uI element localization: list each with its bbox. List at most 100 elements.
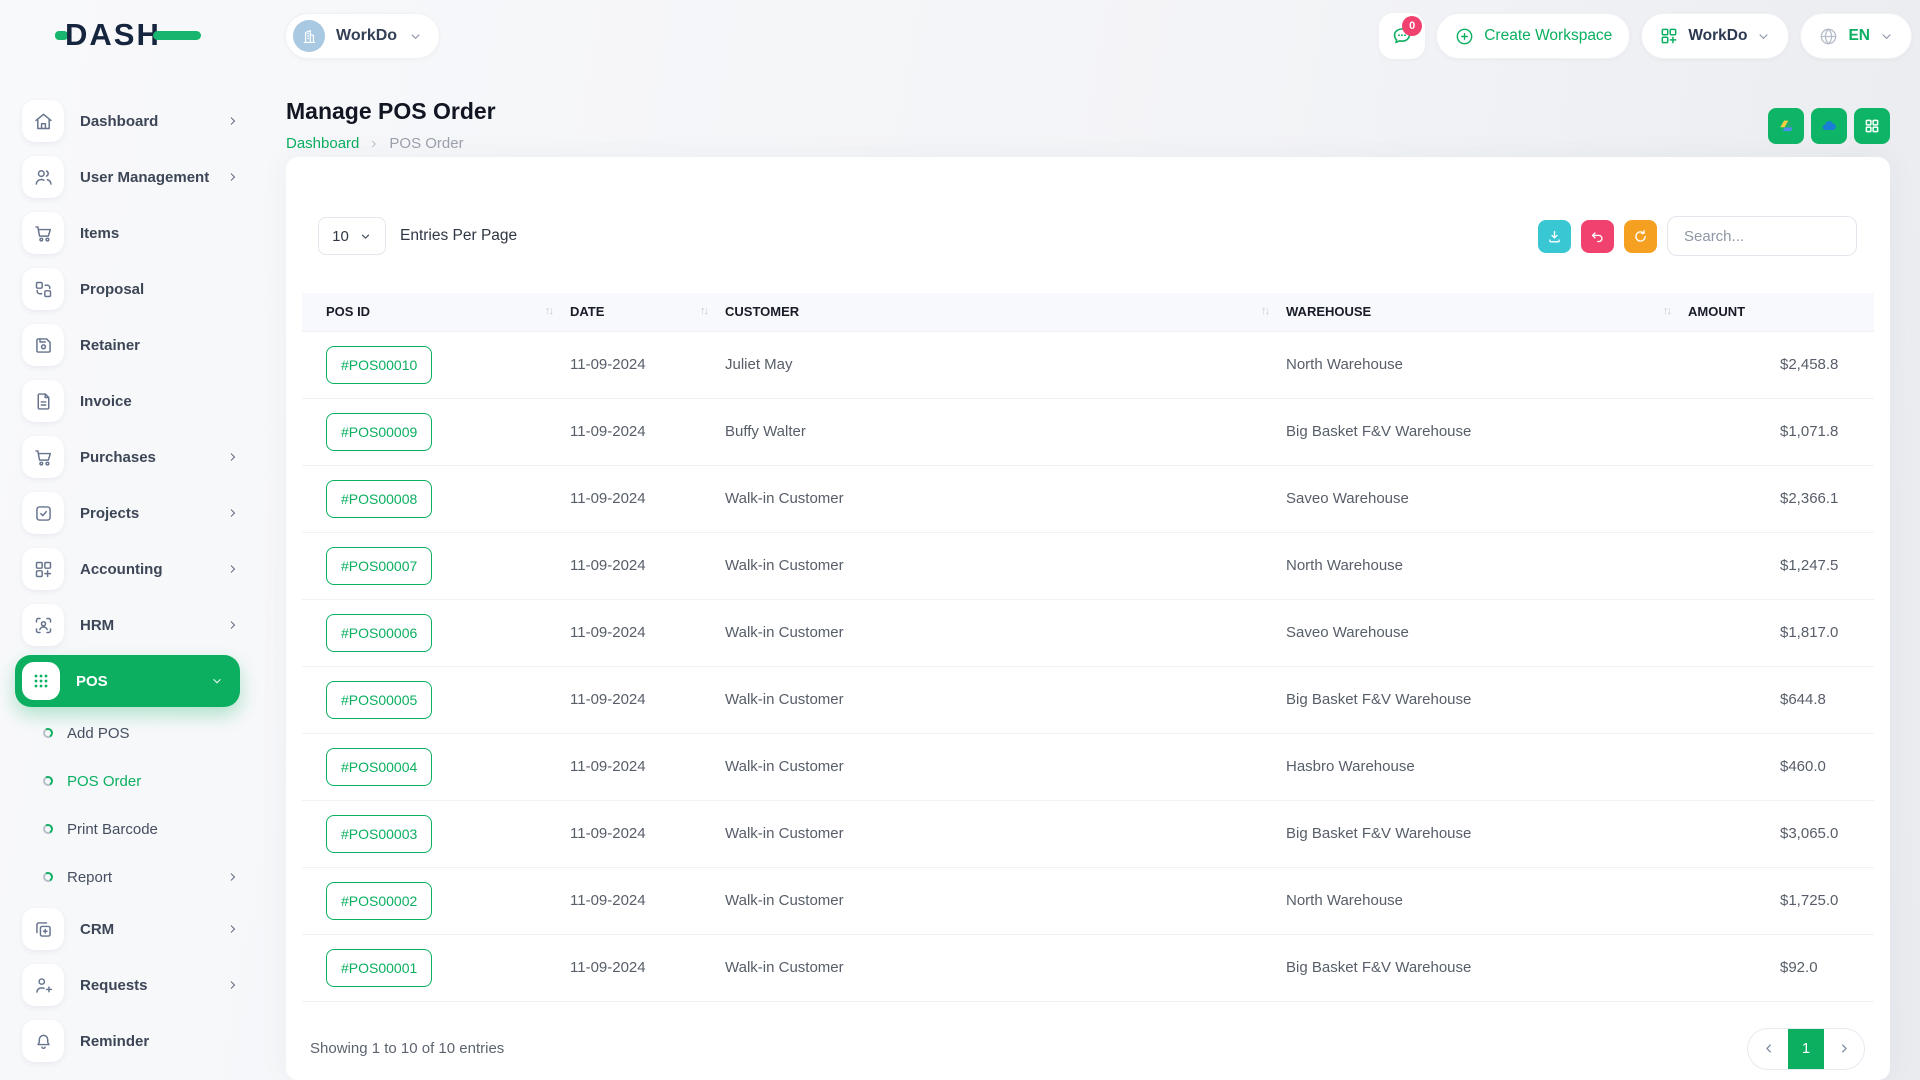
sidebar-subitem-pos-order[interactable]: POS Order	[0, 757, 260, 805]
pos-id-button[interactable]: #POS00008	[326, 480, 432, 518]
page-title: Manage POS Order	[286, 98, 496, 125]
breadcrumb-dashboard-link[interactable]: Dashboard	[286, 135, 359, 152]
column-header-pos-id[interactable]: POS ID↑↓	[302, 293, 562, 331]
sidebar-item-requests[interactable]: Requests	[0, 957, 260, 1013]
warehouse-cell: Big Basket F&V Warehouse	[1278, 666, 1680, 733]
column-header-date[interactable]: DATE↑↓	[562, 293, 717, 331]
date-cell: 11-09-2024	[562, 867, 717, 934]
sort-icon[interactable]: ↑↓	[545, 305, 552, 317]
customer-cell: Walk-in Customer	[717, 599, 1278, 666]
date-cell: 11-09-2024	[562, 666, 717, 733]
warehouse-cell: Saveo Warehouse	[1278, 465, 1680, 532]
column-header-customer[interactable]: CUSTOMER↑↓	[717, 293, 1278, 331]
search-input[interactable]	[1667, 216, 1857, 256]
column-header-warehouse[interactable]: WAREHOUSE↑↓	[1278, 293, 1680, 331]
pos-id-button[interactable]: #POS00003	[326, 815, 432, 853]
bullet-icon	[42, 871, 54, 883]
table-row: #POS00007 11-09-2024 Walk-in Customer No…	[302, 532, 1874, 599]
chevron-right-icon	[226, 618, 240, 632]
bell-icon	[33, 1031, 54, 1052]
chevron-down-icon	[408, 29, 423, 44]
amount-cell: $1,247.5	[1680, 532, 1874, 599]
workspace-menu-button[interactable]: WorkDo	[1641, 13, 1789, 59]
replace-icon	[33, 279, 54, 300]
sidebar-item-reminder[interactable]: Reminder	[0, 1013, 260, 1069]
onedrive-button[interactable]	[1811, 108, 1847, 144]
warehouse-cell: Big Basket F&V Warehouse	[1278, 398, 1680, 465]
pos-id-button[interactable]: #POS00002	[326, 882, 432, 920]
amount-cell: $3,065.0	[1680, 800, 1874, 867]
workspace-selector-label: WorkDo	[336, 27, 397, 45]
sidebar-item-pos[interactable]: POS	[15, 655, 240, 707]
brand-logo-text: DASH	[65, 17, 161, 53]
brand-logo[interactable]: DASH	[55, 17, 201, 53]
reset-button[interactable]	[1581, 220, 1614, 253]
chevron-right-icon	[1837, 1041, 1852, 1056]
sidebar-item-dashboard[interactable]: Dashboard	[0, 93, 260, 149]
sidebar-item-crm[interactable]: CRM	[0, 901, 260, 957]
grid-view-button[interactable]	[1854, 108, 1890, 144]
create-workspace-button[interactable]: Create Workspace	[1436, 13, 1630, 59]
pos-id-button[interactable]: #POS00007	[326, 547, 432, 585]
table-row: #POS00003 11-09-2024 Walk-in Customer Bi…	[302, 800, 1874, 867]
column-header-amount[interactable]: AMOUNT	[1680, 293, 1874, 331]
chevron-right-icon	[226, 114, 240, 128]
sort-icon[interactable]: ↑↓	[700, 305, 707, 317]
sidebar-item-projects[interactable]: Projects	[0, 485, 260, 541]
topbar: DASH WorkDo 0 Create Workspace	[0, 0, 1920, 72]
sidebar-item-invoice[interactable]: Invoice	[0, 373, 260, 429]
language-button[interactable]: EN	[1800, 13, 1912, 59]
sidebar-subitem-print-barcode[interactable]: Print Barcode	[0, 805, 260, 853]
table-row: #POS00010 11-09-2024 Juliet May North Wa…	[302, 331, 1874, 398]
customer-cell: Walk-in Customer	[717, 733, 1278, 800]
sidebar-subitem-report[interactable]: Report	[0, 853, 260, 901]
sort-icon[interactable]: ↑↓	[1261, 305, 1268, 317]
grid-plus-icon	[33, 559, 54, 580]
pos-id-button[interactable]: #POS00004	[326, 748, 432, 786]
topbar-actions: 0 Create Workspace WorkDo EN	[1379, 13, 1912, 59]
messages-button[interactable]: 0	[1379, 13, 1425, 59]
onedrive-icon	[1819, 116, 1839, 136]
user-plus-icon	[33, 975, 54, 996]
amount-cell: $644.8	[1680, 666, 1874, 733]
google-drive-button[interactable]	[1768, 108, 1804, 144]
pos-id-button[interactable]: #POS00010	[326, 346, 432, 384]
customer-cell: Walk-in Customer	[717, 666, 1278, 733]
bullet-icon	[42, 727, 54, 739]
pos-id-button[interactable]: #POS00009	[326, 413, 432, 451]
sidebar-item-user-management[interactable]: User Management	[0, 149, 260, 205]
chevron-right-icon	[226, 450, 240, 464]
sidebar-item-accounting[interactable]: Accounting	[0, 541, 260, 597]
date-cell: 11-09-2024	[562, 934, 717, 1001]
table-row: #POS00005 11-09-2024 Walk-in Customer Bi…	[302, 666, 1874, 733]
entries-per-page-select[interactable]: 10	[318, 217, 386, 255]
table-controls: 10 Entries Per Page	[286, 157, 1890, 256]
invoice-icon	[33, 391, 54, 412]
pos-id-button[interactable]: #POS00001	[326, 949, 432, 987]
globe-icon	[1818, 26, 1839, 47]
sort-icon[interactable]: ↑↓	[1663, 305, 1670, 317]
plus-circle-icon	[1454, 26, 1475, 47]
sidebar-item-retainer[interactable]: Retainer	[0, 317, 260, 373]
customer-cell: Walk-in Customer	[717, 532, 1278, 599]
sidebar-subitem-add-pos[interactable]: Add POS	[0, 709, 260, 757]
pagination-prev-button[interactable]	[1748, 1029, 1788, 1069]
refresh-button[interactable]	[1624, 220, 1657, 253]
sidebar-item-items[interactable]: Items	[0, 205, 260, 261]
breadcrumb-current: POS Order	[389, 135, 463, 152]
sidebar-item-hrm[interactable]: HRM	[0, 597, 260, 653]
export-button[interactable]	[1538, 220, 1571, 253]
pos-id-button[interactable]: #POS00006	[326, 614, 432, 652]
chevron-down-icon	[210, 674, 224, 688]
workspace-selector[interactable]: WorkDo	[285, 13, 440, 59]
google-drive-icon	[1777, 117, 1796, 136]
customer-cell: Walk-in Customer	[717, 867, 1278, 934]
users-icon	[33, 167, 54, 188]
sidebar-item-purchases[interactable]: Purchases	[0, 429, 260, 485]
table-row: #POS00009 11-09-2024 Buffy Walter Big Ba…	[302, 398, 1874, 465]
sidebar-item-proposal[interactable]: Proposal	[0, 261, 260, 317]
pagination-next-button[interactable]	[1824, 1029, 1864, 1069]
pagination-page-1[interactable]: 1	[1788, 1029, 1824, 1069]
pos-id-button[interactable]: #POS00005	[326, 681, 432, 719]
chevron-right-icon	[226, 922, 240, 936]
